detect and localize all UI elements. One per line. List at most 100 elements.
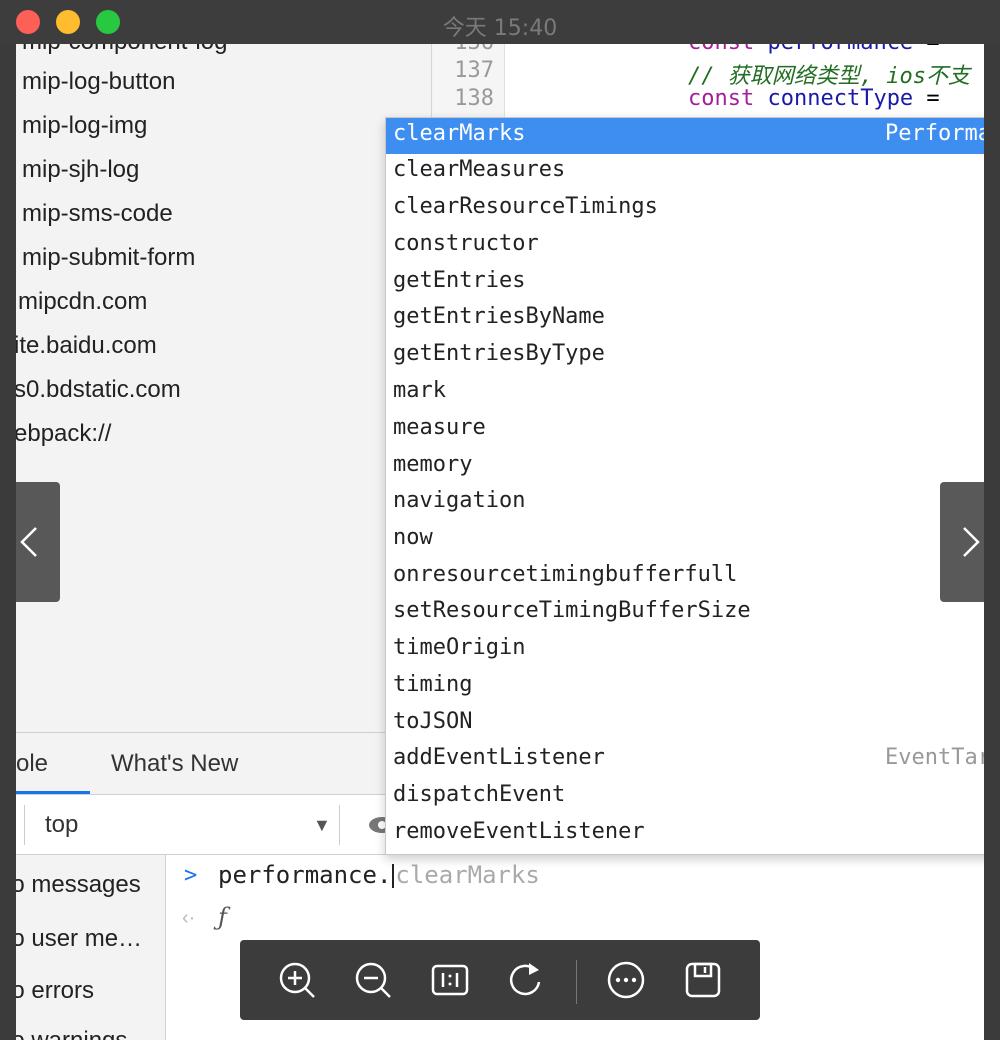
context-value: top	[45, 811, 79, 838]
image-viewer-window: 今天 15:40 mip-component-log mip-log-butto…	[0, 0, 1000, 1040]
suggestion-label: addEventListener	[393, 745, 605, 770]
more-button[interactable]	[606, 960, 646, 1000]
save-button[interactable]	[683, 960, 723, 1000]
tree-item[interactable]: mip-log-img	[22, 112, 147, 140]
suggestion-item[interactable]: measure	[386, 412, 984, 448]
suggestion-label: clearMeasures	[393, 157, 566, 182]
title-bar: 今天 15:40	[0, 0, 1000, 44]
zoom-out-icon	[355, 962, 391, 998]
tree-item[interactable]: ite.baidu.com	[16, 332, 157, 360]
suggestion-label: clearMarks	[393, 121, 526, 146]
window-title: 今天 15:40	[442, 16, 558, 41]
rotate-button[interactable]	[505, 960, 545, 1000]
suggestion-item[interactable]: mark	[386, 375, 984, 411]
tree-item[interactable]: mip-sjh-log	[22, 156, 139, 184]
suggestion-type: Performance	[885, 121, 984, 146]
rotate-icon	[509, 963, 541, 996]
more-icon	[607, 961, 645, 999]
suggestion-label: timing	[393, 672, 473, 697]
suggestion-item[interactable]: toJSON	[386, 706, 984, 742]
line-number: 137	[454, 58, 494, 83]
next-image-button[interactable]	[940, 482, 1000, 602]
save-icon	[685, 962, 721, 998]
zoom-in-icon	[279, 962, 315, 998]
line-number: 138	[454, 86, 494, 111]
suggestion-label: setResourceTimingBufferSize	[393, 598, 751, 623]
suggestion-label: getEntriesByName	[393, 304, 605, 329]
sidebar-item-warnings[interactable]: lo warnings	[16, 1027, 127, 1040]
suggestion-item[interactable]: clearMarks Performance	[386, 118, 984, 154]
suggestion-item[interactable]: navigation	[386, 485, 984, 521]
tab-whats-new[interactable]: What's New	[111, 750, 238, 778]
tree-item[interactable]: mip-submit-form	[22, 244, 195, 272]
console-input[interactable]: performance. clearMarks	[218, 861, 540, 889]
suggestion-label: measure	[393, 415, 486, 440]
suggestion-item[interactable]: getEntries	[386, 265, 984, 301]
tab-console[interactable]: sole	[16, 750, 48, 778]
code-rest: =	[913, 86, 940, 111]
tree-item[interactable]: ebpack://	[16, 420, 111, 448]
typed-text: performance.	[218, 861, 392, 889]
suggestion-label: getEntries	[393, 268, 526, 293]
tree-item[interactable]: mip-component-log	[22, 44, 227, 56]
tree-item[interactable]: s0.bdstatic.com	[16, 376, 181, 404]
console-sidebar: lo messages lo user me… lo errors lo war…	[16, 855, 166, 1040]
tree-item[interactable]: mip-log-button	[22, 68, 175, 96]
zoom-out-button[interactable]	[353, 960, 393, 1000]
code-rest: =	[913, 44, 939, 55]
context-selector[interactable]: top ▼	[24, 805, 340, 845]
dropdown-caret-icon: ▼	[313, 815, 331, 835]
suggestion-label: onresourcetimingbufferfull	[393, 562, 738, 587]
previous-image-button[interactable]	[0, 482, 60, 602]
return-arrow-icon: ‹·	[182, 907, 196, 929]
code-line: const performance =	[688, 44, 940, 55]
suggestion-item[interactable]: clearResourceTimings	[386, 191, 984, 227]
prompt-chevron-icon: >	[184, 863, 198, 888]
suggestion-label: now	[393, 525, 433, 550]
zoom-in-button[interactable]	[277, 960, 317, 1000]
suggestion-label: memory	[393, 452, 473, 477]
autocomplete-popup: clearMarks Performance clearMeasures cle…	[385, 117, 984, 855]
suggestion-item[interactable]: clearMeasures	[386, 154, 984, 190]
toolbar-divider	[576, 960, 577, 1004]
tree-item[interactable]: mipcdn.com	[18, 288, 147, 316]
code-keyword: const	[688, 86, 755, 111]
console-result: ƒ	[218, 903, 227, 931]
code-identifier: performance	[767, 44, 913, 55]
autocomplete-hint: clearMarks	[395, 861, 540, 889]
suggestion-item[interactable]: timing	[386, 669, 984, 705]
suggestion-label: dispatchEvent	[393, 782, 566, 807]
viewer-toolbar	[240, 940, 760, 1020]
suggestion-item[interactable]: getEntriesByType	[386, 338, 984, 374]
suggestion-item[interactable]: addEventListener EventTarget	[386, 742, 984, 778]
suggestion-item[interactable]: dispatchEvent	[386, 779, 984, 815]
suggestion-item[interactable]: removeEventListener	[386, 816, 984, 852]
suggestion-label: removeEventListener	[393, 819, 645, 844]
active-tab-indicator	[16, 791, 90, 794]
suggestion-label: toJSON	[393, 709, 473, 734]
suggestion-item[interactable]: constructor	[386, 228, 984, 264]
suggestion-item[interactable]: getEntriesByName	[386, 301, 984, 337]
chevron-left-icon	[20, 527, 37, 557]
screenshot-canvas: mip-component-log mip-log-button mip-log…	[16, 44, 984, 1040]
sidebar-item-user-messages[interactable]: lo user me…	[16, 925, 142, 953]
suggestion-label: clearResourceTimings	[393, 194, 658, 219]
chevron-right-icon	[963, 527, 980, 557]
suggestion-item[interactable]: now	[386, 522, 984, 558]
sidebar-item-messages[interactable]: lo messages	[16, 871, 141, 899]
suggestion-item[interactable]: setResourceTimingBufferSize	[386, 595, 984, 631]
line-number: 136	[454, 44, 494, 55]
code-identifier: connectType	[767, 86, 914, 111]
suggestion-item[interactable]: onresourcetimingbufferfull	[386, 559, 984, 595]
suggestion-item[interactable]: timeOrigin	[386, 632, 984, 668]
suggestion-label: timeOrigin	[393, 635, 526, 660]
suggestion-label: constructor	[393, 231, 539, 256]
suggestion-item[interactable]: memory	[386, 449, 984, 485]
actual-size-icon	[431, 964, 469, 996]
suggestion-label: getEntriesByType	[393, 341, 605, 366]
actual-size-button[interactable]	[430, 960, 470, 1000]
sidebar-item-errors[interactable]: lo errors	[16, 977, 94, 1005]
suggestion-type: EventTarget	[885, 745, 984, 770]
code-line: const connectType =	[688, 86, 940, 111]
tree-item[interactable]: mip-sms-code	[22, 200, 173, 228]
